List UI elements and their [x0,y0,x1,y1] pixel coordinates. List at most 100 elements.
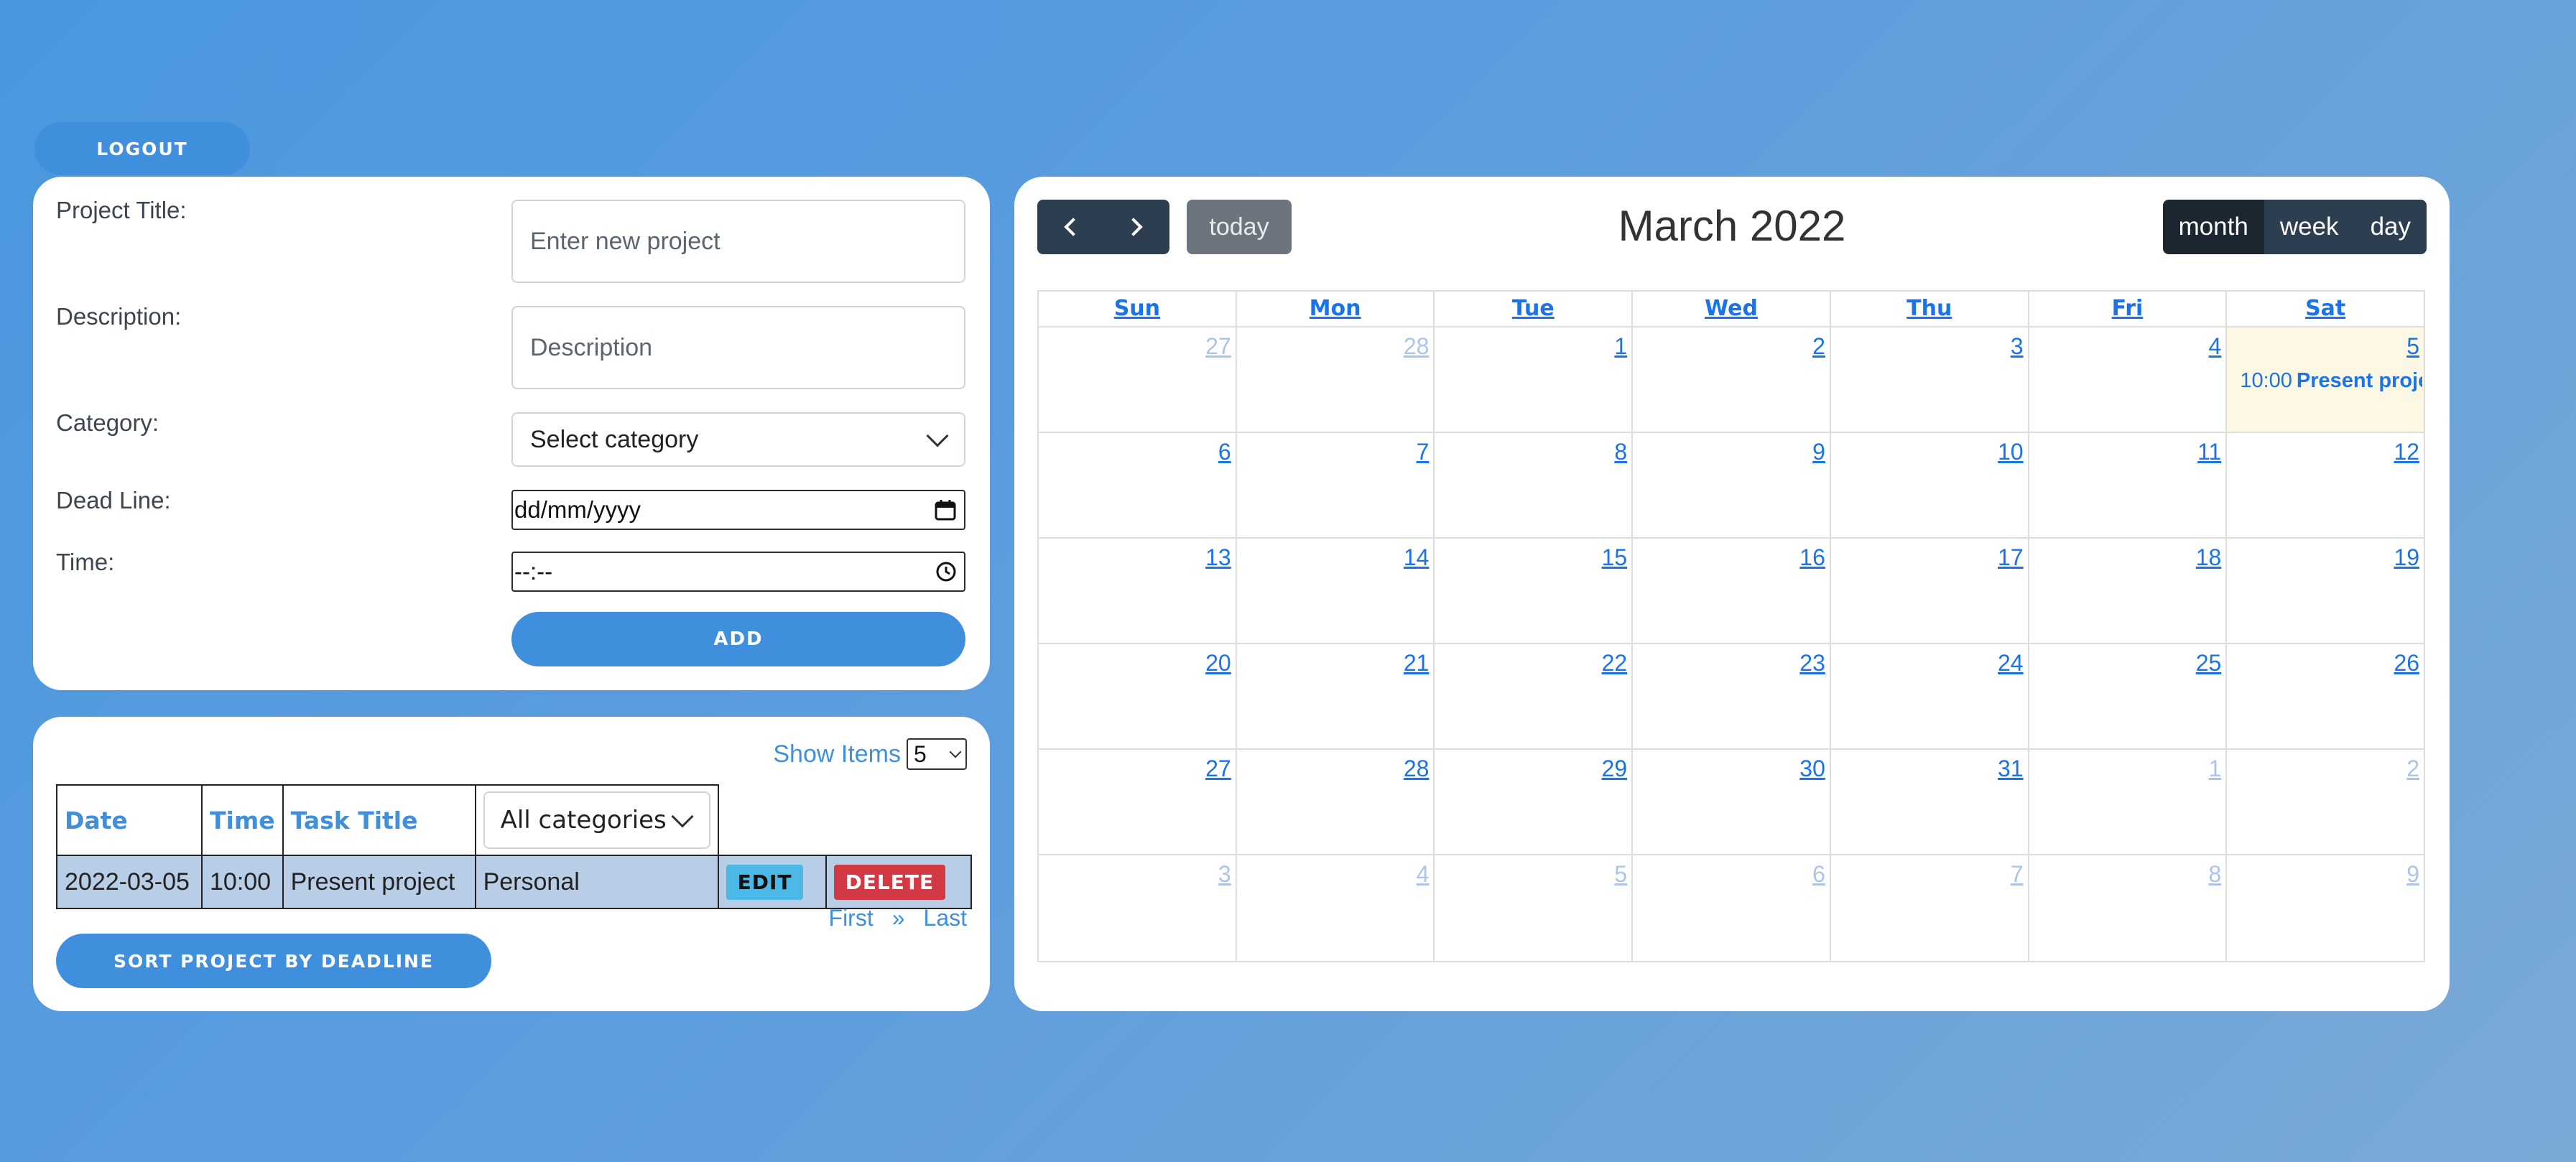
day-number-link[interactable]: 11 [2197,439,2221,465]
weekday-header[interactable]: Tue [1435,292,1634,327]
day-number-link[interactable]: 7 [2011,861,2024,888]
day-cell[interactable]: 17 [1830,539,2029,644]
logout-button[interactable]: LOGOUT [34,122,250,175]
next-month-button[interactable] [1103,200,1169,254]
description-input[interactable]: Description [511,306,965,389]
day-cell[interactable]: 26 [2227,644,2424,750]
day-number-link[interactable]: 4 [2209,333,2222,360]
sort-by-deadline-button[interactable]: SORT PROJECT BY DEADLINE [56,934,491,988]
day-number-link[interactable]: 25 [2196,650,2222,677]
day-cell[interactable]: 24 [1830,644,2029,750]
view-month-button[interactable]: month [2162,200,2264,254]
day-number-link[interactable]: 8 [1614,439,1627,465]
day-number-link[interactable]: 19 [2394,544,2419,571]
day-number-link[interactable]: 3 [1218,861,1231,888]
day-cell[interactable]: 10 [1830,433,2029,539]
day-number-link[interactable]: 28 [1404,756,1430,782]
day-number-link[interactable]: 20 [1205,650,1231,677]
day-cell[interactable]: 7 [1831,855,2029,961]
day-number-link[interactable]: 1 [2209,756,2222,782]
pager-first-link[interactable]: First [829,905,874,931]
project-title-input[interactable]: Enter new project [511,200,965,283]
today-button[interactable]: today [1187,200,1292,254]
day-number-link[interactable]: 2 [2406,756,2419,782]
day-cell[interactable]: 27 [1039,327,1237,433]
calendar-icon[interactable] [934,498,957,521]
day-cell[interactable]: 29 [1435,750,1634,855]
day-number-link[interactable]: 1 [1614,333,1627,360]
weekday-header[interactable]: Sun [1039,292,1237,327]
day-cell[interactable]: 3 [1830,327,2029,433]
day-number-link[interactable]: 6 [1812,861,1825,888]
pager-last-link[interactable]: Last [924,905,967,931]
day-cell[interactable]: 6 [1039,433,1237,539]
day-cell[interactable]: 3 [1039,855,1237,961]
day-number-link[interactable]: 5 [2406,333,2419,360]
day-cell[interactable]: 6 [1633,855,1831,961]
day-cell[interactable]: 1 [1435,327,1634,433]
day-number-link[interactable]: 21 [1404,650,1430,677]
calendar-event[interactable]: 10:00Present project [2236,369,2422,393]
day-number-link[interactable]: 18 [2196,544,2222,571]
day-number-link[interactable]: 31 [1998,756,2024,782]
day-number-link[interactable]: 27 [1205,333,1231,360]
day-number-link[interactable]: 27 [1205,756,1231,782]
day-number-link[interactable]: 26 [2394,650,2419,677]
view-week-button[interactable]: week [2264,200,2355,254]
view-day-button[interactable]: day [2354,200,2427,254]
day-number-link[interactable]: 23 [1799,650,1825,677]
clock-icon[interactable] [935,561,957,582]
day-number-link[interactable]: 3 [2011,333,2024,360]
day-number-link[interactable]: 29 [1602,756,1628,782]
prev-month-button[interactable] [1037,200,1103,254]
day-number-link[interactable]: 12 [2394,439,2419,465]
day-number-link[interactable]: 9 [2406,861,2419,888]
day-number-link[interactable]: 6 [1218,439,1231,465]
day-cell[interactable]: 31 [1830,750,2029,855]
weekday-header[interactable]: Sat [2227,292,2424,327]
weekday-header[interactable]: Fri [2029,292,2228,327]
deadline-date-input[interactable]: dd/mm/yyyy [511,490,965,530]
pager-next-link[interactable]: » [892,905,905,931]
day-cell[interactable]: 19 [2227,539,2424,644]
day-number-link[interactable]: 28 [1404,333,1430,360]
day-cell[interactable]: 11 [2029,433,2228,539]
weekday-header[interactable]: Thu [1830,292,2029,327]
day-cell[interactable]: 16 [1633,539,1831,644]
weekday-header[interactable]: Mon [1236,292,1435,327]
time-input[interactable]: --:-- [511,552,965,592]
day-cell[interactable]: 1 [2029,750,2228,855]
weekday-header[interactable]: Wed [1633,292,1831,327]
day-cell[interactable]: 23 [1633,644,1831,750]
day-cell[interactable]: 8 [1435,433,1634,539]
day-number-link[interactable]: 4 [1417,861,1430,888]
day-number-link[interactable]: 7 [1417,439,1430,465]
day-cell[interactable]: 28 [1236,750,1435,855]
day-number-link[interactable]: 8 [2209,861,2222,888]
day-cell[interactable]: 4 [1237,855,1435,961]
day-number-link[interactable]: 10 [1998,439,2024,465]
day-cell[interactable]: 22 [1435,644,1634,750]
day-number-link[interactable]: 14 [1404,544,1430,571]
edit-button[interactable]: EDIT [726,864,804,900]
show-items-select[interactable]: 5 [907,738,967,770]
day-cell[interactable]: 2 [2227,750,2424,855]
day-cell[interactable]: 21 [1236,644,1435,750]
day-number-link[interactable]: 16 [1799,544,1825,571]
day-number-link[interactable]: 2 [1812,333,1825,360]
day-number-link[interactable]: 13 [1205,544,1231,571]
day-cell[interactable]: 4 [2029,327,2228,433]
day-number-link[interactable]: 17 [1998,544,2024,571]
day-number-link[interactable]: 5 [1614,861,1627,888]
day-cell[interactable]: 25 [2029,644,2228,750]
day-number-link[interactable]: 30 [1799,756,1825,782]
day-cell[interactable]: 9 [2227,855,2424,961]
day-cell[interactable]: 27 [1039,750,1237,855]
day-cell[interactable]: 7 [1236,433,1435,539]
day-cell[interactable]: 18 [2029,539,2228,644]
day-number-link[interactable]: 15 [1602,544,1628,571]
day-cell[interactable]: 30 [1633,750,1831,855]
category-filter-select[interactable]: All categories [483,791,710,849]
day-cell-today[interactable]: 5 10:00Present project [2227,327,2424,433]
category-select[interactable]: Select category [511,412,965,467]
